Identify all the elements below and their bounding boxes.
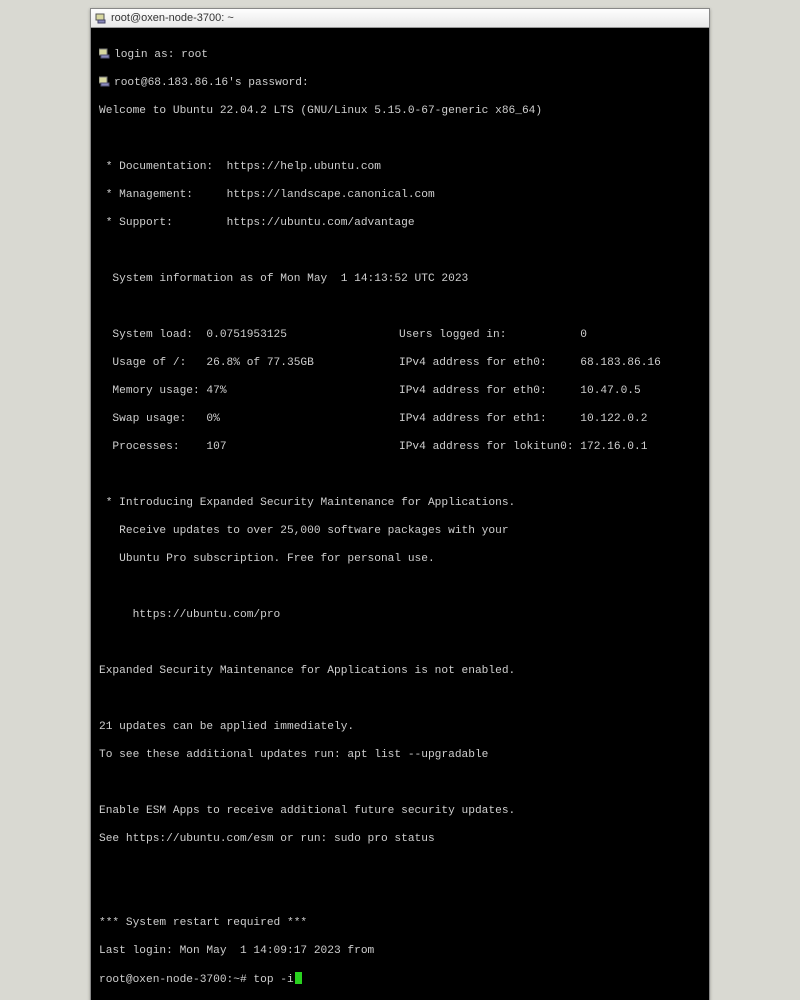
sysinfo-row-2: Usage of /: 26.8% of 77.35GBIPv4 address…: [99, 356, 701, 370]
prompt-icon: [99, 76, 111, 87]
esm-line-3: Ubuntu Pro subscription. Free for person…: [99, 552, 701, 566]
enable-esm-line-2: See https://ubuntu.com/esm or run: sudo …: [99, 832, 701, 846]
esm-disabled-line: Expanded Security Maintenance for Applic…: [99, 664, 701, 678]
sysinfo-header: System information as of Mon May 1 14:13…: [99, 272, 701, 286]
esm-line-2: Receive updates to over 25,000 software …: [99, 524, 701, 538]
sysinfo-row-1: System load: 0.0751953125Users logged in…: [99, 328, 701, 342]
terminal-window: root@oxen-node-3700: ~ login as: root ro…: [90, 8, 710, 1000]
titlebar: root@oxen-node-3700: ~: [91, 9, 709, 28]
restart-required-line: *** System restart required ***: [99, 916, 701, 930]
window-title: root@oxen-node-3700: ~: [111, 12, 234, 24]
prompt-icon: [99, 48, 111, 59]
welcome-line: Welcome to Ubuntu 22.04.2 LTS (GNU/Linux…: [99, 104, 701, 118]
ps1: root@oxen-node-3700:~#: [99, 974, 253, 986]
prompt-line[interactable]: root@oxen-node-3700:~# top -i: [99, 972, 701, 987]
mgmt-line: * Management: https://landscape.canonica…: [99, 188, 701, 202]
enable-esm-line-1: Enable ESM Apps to receive additional fu…: [99, 804, 701, 818]
support-line: * Support: https://ubuntu.com/advantage: [99, 216, 701, 230]
doc-line: * Documentation: https://help.ubuntu.com: [99, 160, 701, 174]
sysinfo-row-3: Memory usage: 47%IPv4 address for eth0: …: [99, 384, 701, 398]
login-line-1: login as: root: [99, 48, 701, 62]
pro-url-line: https://ubuntu.com/pro: [99, 608, 701, 622]
updates-hint-line: To see these additional updates run: apt…: [99, 748, 701, 762]
esm-line-1: * Introducing Expanded Security Maintena…: [99, 496, 701, 510]
command-input[interactable]: top -i: [253, 974, 293, 986]
sysinfo-row-4: Swap usage: 0%IPv4 address for eth1: 10.…: [99, 412, 701, 426]
last-login-line: Last login: Mon May 1 14:09:17 2023 from: [99, 944, 701, 958]
sysinfo-row-5: Processes: 107IPv4 address for lokitun0:…: [99, 440, 701, 454]
updates-line: 21 updates can be applied immediately.: [99, 720, 701, 734]
terminal-body[interactable]: login as: root root@68.183.86.16's passw…: [91, 28, 709, 1000]
cursor: [295, 972, 302, 984]
login-line-2: root@68.183.86.16's password:: [99, 76, 701, 90]
putty-icon: [95, 12, 107, 24]
